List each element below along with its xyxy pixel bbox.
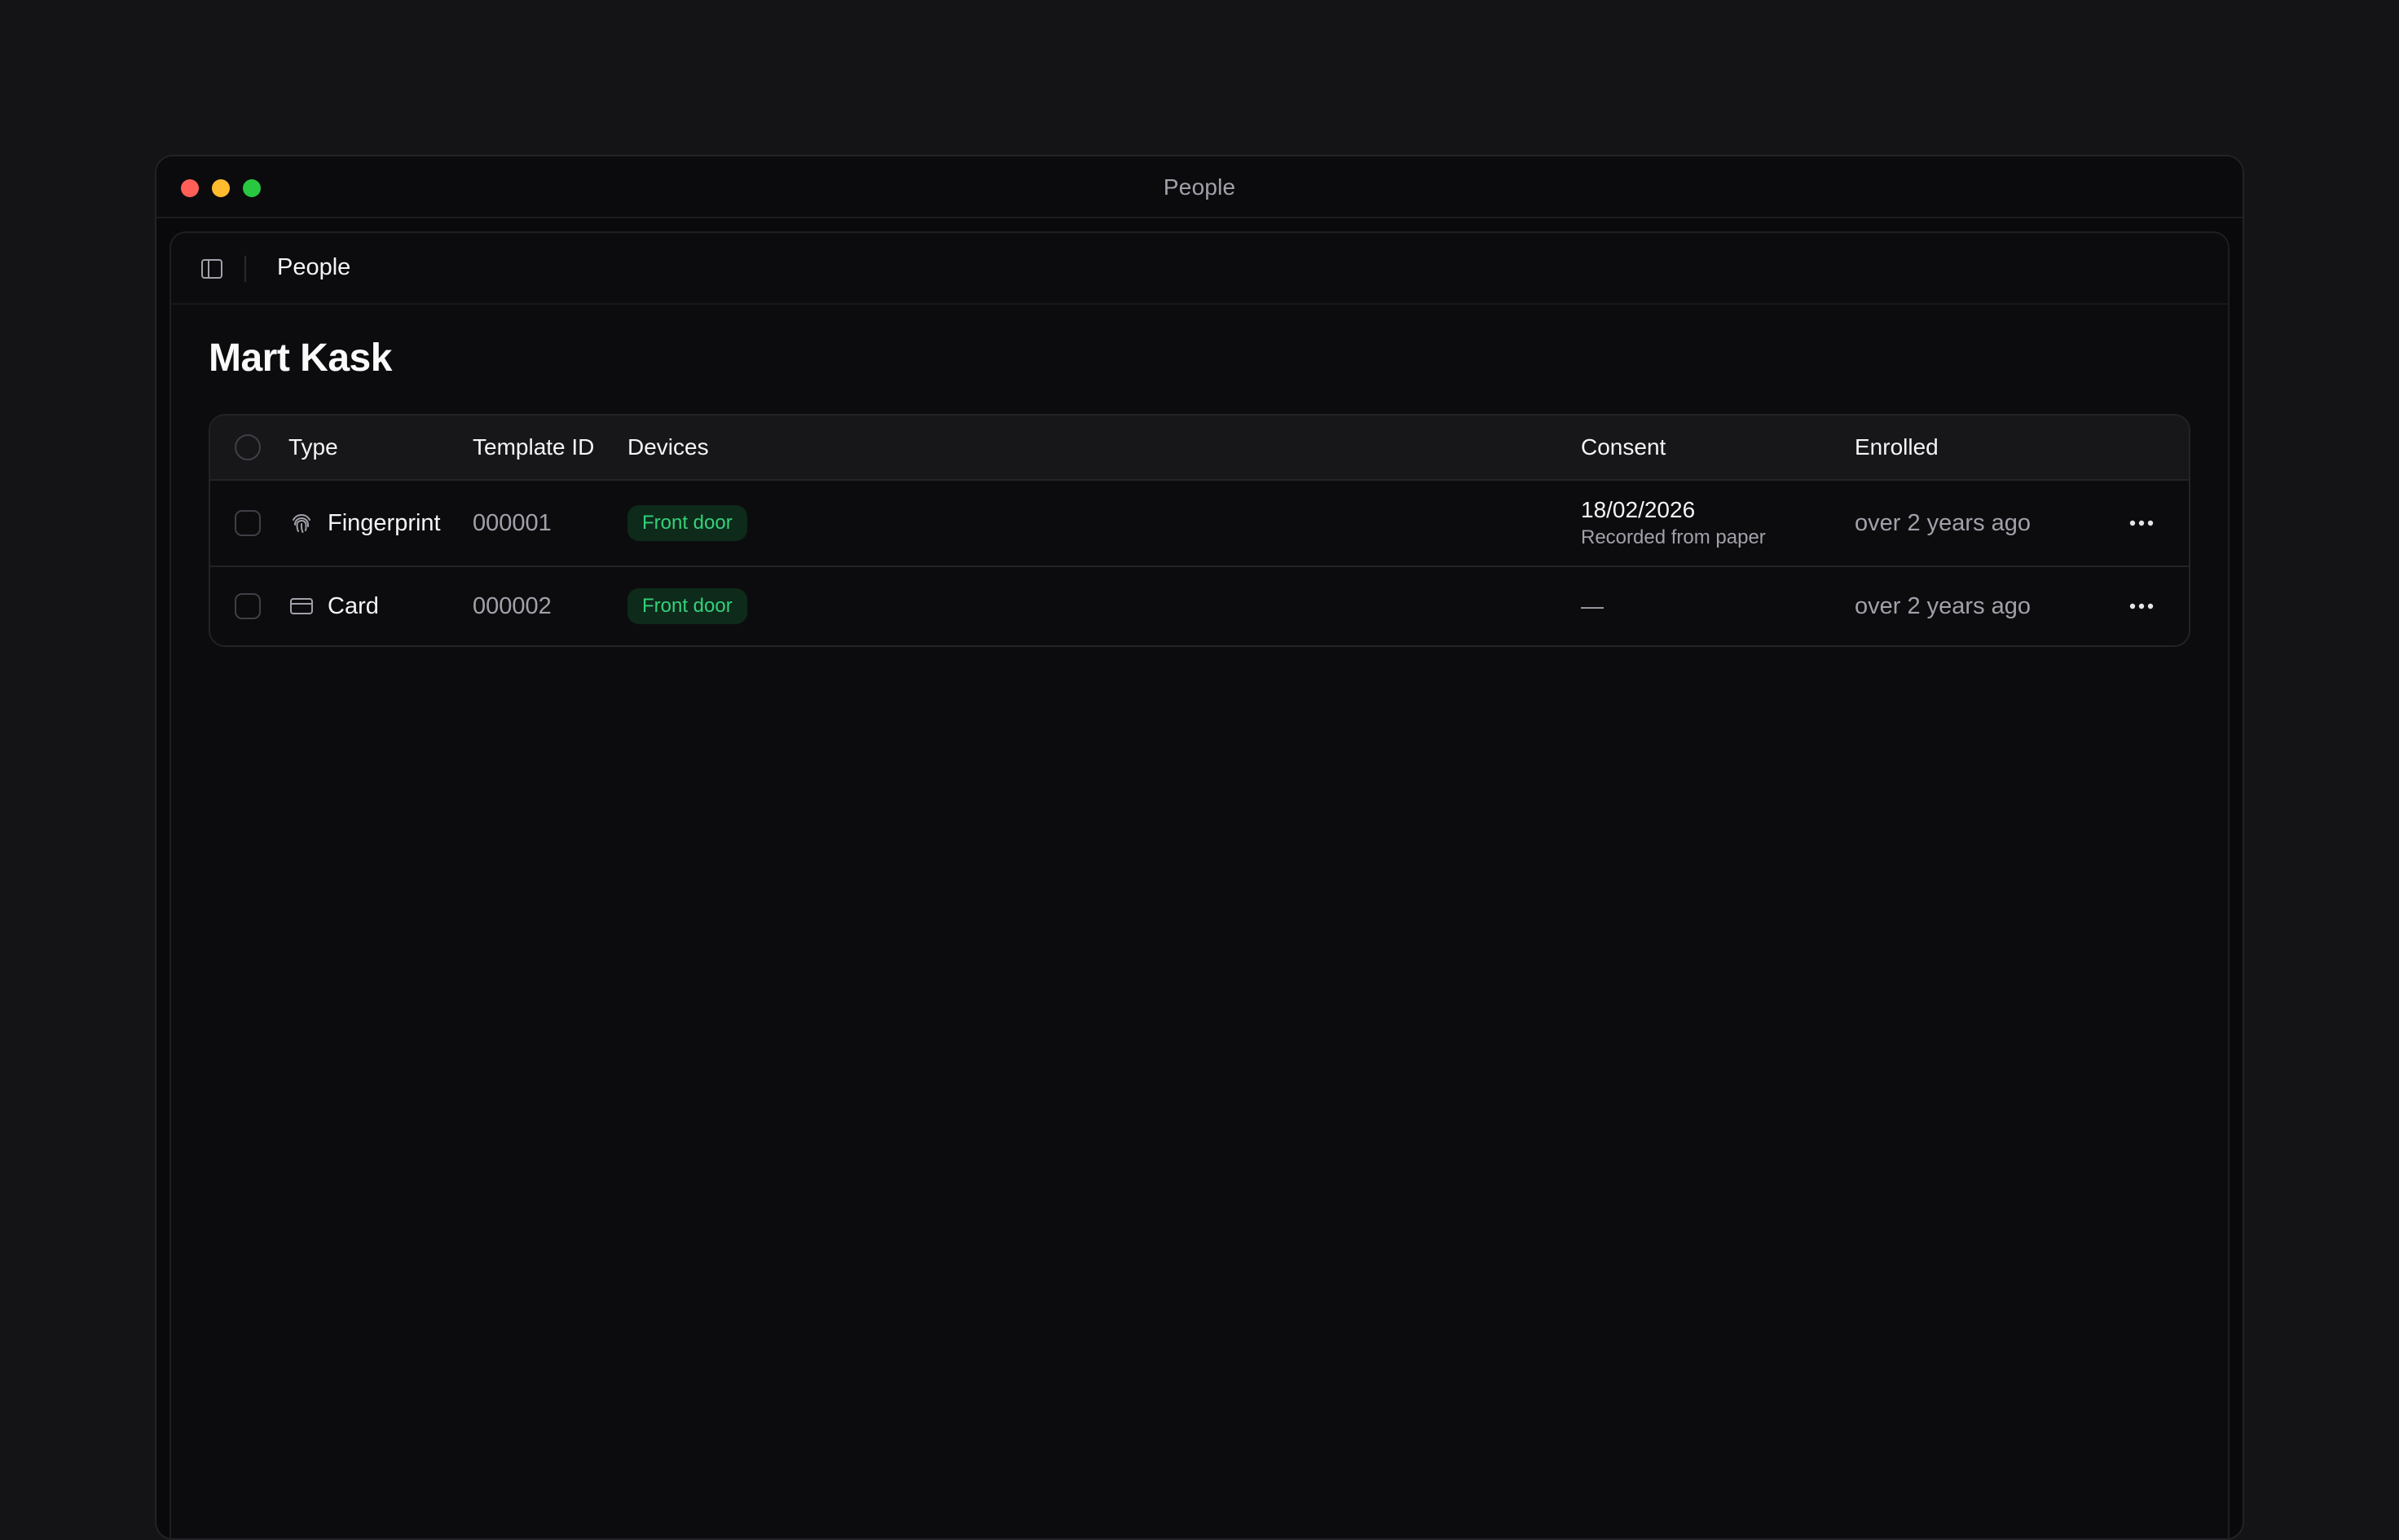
row-actions-cell [2117, 481, 2166, 565]
row-checkbox-cell [235, 567, 267, 645]
type-wrap: Fingerprint [288, 510, 441, 537]
main-panel: People Mart Kask Type Template ID Device… [169, 231, 2230, 1538]
card-icon [290, 598, 313, 614]
devices-cell: Front door [627, 481, 747, 565]
consent-empty: — [1581, 593, 1604, 618]
consent-date: 18/02/2026 [1581, 497, 1696, 522]
credentials-table: Type Template ID Devices Consent Enrolle… [209, 414, 2190, 647]
type-label: Card [328, 592, 379, 619]
sidebar-icon [201, 259, 222, 279]
title-bar: People [156, 156, 2243, 218]
window-title: People [1163, 174, 1236, 200]
row-checkbox[interactable] [235, 593, 261, 619]
type-cell: Card [288, 567, 379, 645]
column-header-devices[interactable]: Devices [627, 416, 709, 479]
enrolled-cell: over 2 years ago [1855, 509, 2031, 536]
ellipsis-icon [2129, 520, 2154, 526]
consent-note: Recorded from paper [1581, 526, 1766, 548]
ellipsis-icon [2129, 603, 2154, 609]
column-header-consent[interactable]: Consent [1581, 416, 1666, 479]
row-actions-button[interactable] [2120, 507, 2163, 539]
column-header-type[interactable]: Type [288, 416, 338, 479]
topbar-divider [244, 256, 246, 282]
devices-cell: Front door [627, 567, 747, 645]
type-cell: Fingerprint [288, 481, 441, 565]
row-actions-cell [2117, 567, 2166, 645]
template-id-cell: 000001 [473, 509, 552, 536]
column-header-template-id[interactable]: Template ID [473, 416, 594, 479]
sidebar-toggle-button[interactable] [200, 257, 223, 280]
type-wrap: Card [288, 593, 379, 620]
row-actions-button[interactable] [2120, 590, 2163, 623]
column-header-enrolled[interactable]: Enrolled [1855, 416, 1939, 479]
device-badge[interactable]: Front door [627, 587, 747, 625]
header-checkbox-cell [235, 416, 267, 479]
page-title: Mart Kask [209, 337, 392, 380]
fingerprint-icon [293, 513, 310, 533]
row-checkbox-cell [235, 481, 267, 565]
table-row[interactable]: Card 000002 Front door — over 2 years ag… [210, 567, 2189, 645]
row-checkbox[interactable] [235, 510, 261, 536]
device-badge[interactable]: Front door [627, 504, 747, 542]
template-id-cell: 000002 [473, 592, 552, 619]
breadcrumb[interactable]: People [277, 254, 350, 281]
table-row[interactable]: Fingerprint 000001 Front door 18/02/2026… [210, 481, 2189, 567]
consent-cell: — [1581, 567, 1604, 645]
top-bar: People [171, 233, 2228, 305]
table-header-row: Type Template ID Devices Consent Enrolle… [210, 416, 2189, 481]
page-content: Mart Kask Type Template ID Devices Conse… [209, 337, 2190, 647]
app-window: People People Mart Kask Type Template ID… [155, 155, 2244, 1540]
consent-stack: 18/02/2026 Recorded from paper [1581, 497, 1766, 549]
enrolled-cell: over 2 years ago [1855, 592, 2031, 619]
select-all-checkbox[interactable] [235, 434, 261, 460]
type-label: Fingerprint [328, 509, 441, 536]
consent-cell: 18/02/2026 Recorded from paper [1581, 481, 1766, 565]
